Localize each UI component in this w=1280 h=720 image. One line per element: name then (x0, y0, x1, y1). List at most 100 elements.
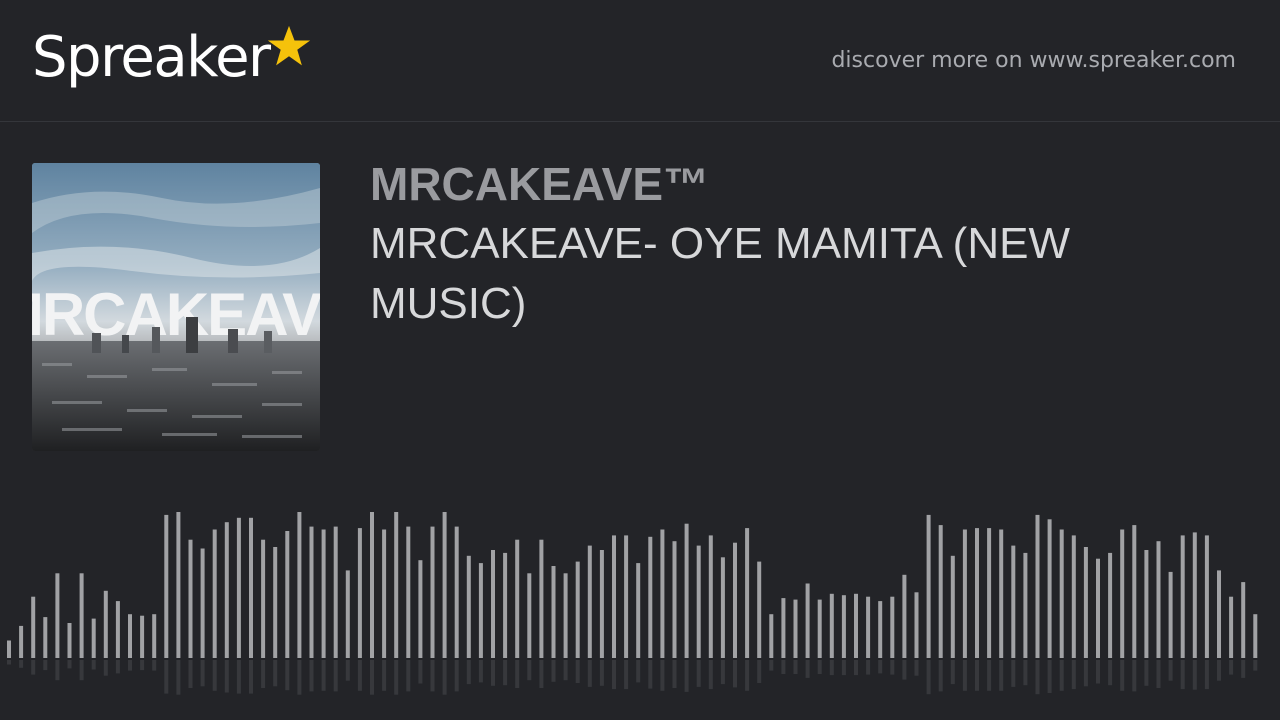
waveform-bar (1229, 596, 1234, 658)
waveform-bar-reflection (624, 660, 629, 690)
waveform-bar (829, 593, 834, 658)
audio-waveform[interactable] (0, 500, 1280, 720)
waveform-bar (515, 539, 520, 658)
waveform-bar (950, 555, 955, 658)
waveform-bar (1120, 529, 1125, 658)
waveform-bar-reflection (212, 660, 217, 691)
waveform-bar (890, 596, 895, 658)
waveform-bar-reflection (345, 660, 350, 681)
waveform-bar (769, 614, 774, 658)
waveform-bar (140, 615, 145, 658)
waveform-bar (1180, 535, 1185, 658)
waveform-bar-reflection (708, 660, 713, 690)
waveform-bar (357, 528, 362, 658)
waveform-bar-reflection (1156, 660, 1161, 688)
waveform-bar-reflection (575, 660, 580, 683)
waveform-bar (333, 526, 338, 658)
waveform-bar-reflection (382, 660, 387, 691)
waveform-bar (249, 517, 253, 658)
waveform-bar (478, 563, 483, 658)
waveform-bar-reflection (1011, 660, 1016, 687)
waveform-bar-reflection (249, 660, 253, 694)
cover-image: MRCAKEAVE (32, 163, 320, 451)
waveform-bar-reflection (67, 660, 72, 669)
waveform-bar (285, 531, 290, 658)
waveform-bar (1047, 519, 1052, 658)
waveform-bar (636, 563, 641, 658)
waveform-bar-reflection (660, 660, 665, 691)
waveform-bar (624, 535, 629, 658)
waveform-bar (1204, 535, 1209, 658)
waveform-bar-reflection (999, 660, 1004, 691)
waveform-bar-reflection (454, 660, 459, 692)
waveform-bar-reflection (962, 660, 967, 691)
waveform-bar (91, 618, 96, 658)
waveform-bar-reflection (503, 660, 508, 686)
waveform-bar (563, 573, 568, 658)
waveform-bar (31, 596, 36, 658)
waveform-bar-reflection (515, 660, 520, 688)
waveform-bar-reflection (406, 660, 411, 692)
waveform-bar (805, 583, 810, 658)
waveform-bar-reflection (1192, 660, 1197, 690)
waveform-bar (128, 614, 132, 658)
waveform-bar-reflection (720, 660, 725, 685)
waveform-bar-reflection (733, 660, 737, 688)
waveform-bar-reflection (1059, 660, 1064, 691)
waveform-bar-reflection (563, 660, 568, 681)
waveform-bar-reflection (1120, 660, 1125, 691)
waveform-bar-reflection (551, 660, 556, 682)
waveform-bar-reflection (866, 660, 871, 675)
waveform-bar (466, 555, 471, 658)
waveform-bar-reflection (1168, 660, 1173, 681)
waveform-bar (273, 547, 278, 658)
waveform-bar-reflection (950, 660, 955, 685)
waveform-bar (1023, 552, 1028, 658)
waveform-bar (1168, 571, 1173, 658)
header-bar: Spreaker discover more on www.spreaker.c… (0, 0, 1280, 122)
waveform-bar (841, 595, 846, 658)
waveform-bar-reflection (769, 660, 774, 671)
cover-overlay-text: MRCAKEAVE (32, 281, 320, 348)
waveform-bar (152, 614, 157, 658)
episode-title[interactable]: MRCAKEAVE- OYE MAMITA (NEW MUSIC) (370, 214, 1230, 334)
waveform-bar-reflection (55, 660, 60, 681)
waveform-bar-reflection (128, 660, 132, 671)
channel-name[interactable]: MRCAKEAVE™ (370, 158, 709, 210)
waveform-bar-reflection (539, 660, 544, 688)
waveform-bar-reflection (115, 660, 120, 674)
waveform-bar (817, 599, 822, 658)
waveform-bar-reflection (745, 660, 750, 691)
waveform-bar (684, 523, 689, 658)
waveform-bar (1059, 529, 1064, 658)
waveform-bar-reflection (357, 660, 362, 691)
waveform-bar (164, 514, 169, 658)
spreaker-embed-player: Spreaker discover more on www.spreaker.c… (0, 0, 1280, 720)
waveform-bar-reflection (152, 660, 157, 671)
waveform-bar (696, 545, 701, 658)
waveform-bar-reflection (442, 660, 447, 695)
waveform-bar (297, 512, 302, 658)
waveform-bar (708, 535, 713, 658)
waveform-bar-reflection (394, 660, 399, 695)
waveform-bar-reflection (781, 660, 786, 674)
waveform-bar-reflection (7, 660, 11, 665)
spreaker-logo[interactable]: Spreaker (32, 22, 312, 94)
waveform-bar (430, 526, 435, 658)
waveform-bar (1035, 514, 1040, 658)
discover-more-link[interactable]: discover more on www.spreaker.com (831, 44, 1236, 78)
waveform-bar-reflection (478, 660, 483, 683)
waveform-bar (1108, 552, 1113, 658)
waveform-bar-reflection (1047, 660, 1052, 693)
waveform-bar (188, 539, 193, 658)
waveform-bar-reflection (1108, 660, 1113, 686)
waveform-bar-reflection (926, 660, 931, 695)
waveform-bar-reflection (938, 660, 943, 692)
waveform-bar (7, 640, 11, 658)
waveform-bar-reflection (648, 660, 653, 689)
waveform-bar-reflection (1132, 660, 1137, 692)
waveform-bar (648, 536, 653, 658)
episode-cover-art: MRCAKEAVE (32, 163, 320, 451)
waveform-bar (19, 625, 24, 658)
waveform-bar-reflection (466, 660, 471, 685)
